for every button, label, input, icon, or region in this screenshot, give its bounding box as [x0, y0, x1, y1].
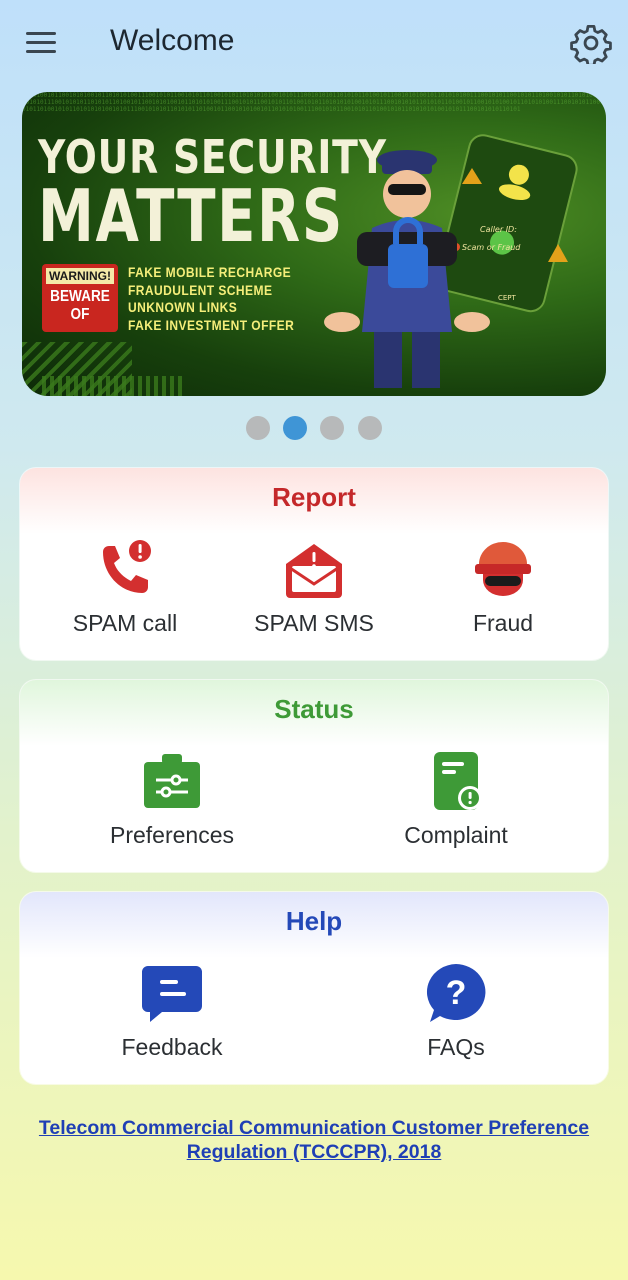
tcccpr-link-line2: Regulation (TCCCPR), 2018 [186, 1141, 442, 1163]
fraud-label: Fraud [472, 610, 534, 636]
gear-icon[interactable] [570, 22, 612, 67]
beware-label: BEWARE OF [50, 288, 110, 323]
fraud-button[interactable]: Fraud [408, 530, 598, 650]
carousel-dot[interactable] [320, 416, 344, 440]
threat-item: UNKNOWN LINKS [128, 299, 238, 315]
help-card: Help Feedback ? FAQs [20, 892, 608, 1084]
spam-sms-label: SPAM SMS [254, 610, 374, 636]
spam-call-button[interactable]: SPAM call [30, 530, 220, 650]
preferences-button[interactable]: Preferences [77, 742, 267, 862]
status-card: Status Preferences Complaint [20, 680, 608, 872]
svg-text:?: ? [446, 974, 467, 1012]
spam-call-label: SPAM call [72, 610, 178, 636]
tcccpr-regulation-link[interactable]: Telecom Commercial Communication Custome… [30, 1116, 598, 1164]
briefcase-sliders-icon [144, 754, 200, 808]
chat-bubble-icon [142, 966, 202, 1022]
decorative-stripes [42, 376, 182, 396]
carousel-dot[interactable] [246, 416, 270, 440]
spam-sms-button[interactable]: SPAM SMS [219, 530, 409, 650]
carousel-dot[interactable] [358, 416, 382, 440]
question-bubble-icon: ? [426, 964, 486, 1022]
carousel-dot-active[interactable] [283, 416, 307, 440]
status-title: Status [274, 694, 354, 724]
security-guard-illustration: Caller ID: Scam or Fraud CEPT [324, 134, 578, 388]
masked-fraudster-icon [475, 542, 531, 596]
envelope-alert-icon [286, 544, 342, 598]
help-title: Help [285, 906, 343, 936]
threat-list: FAKE MOBILE RECHARGE FRAUDULENT SCHEME U… [128, 264, 294, 334]
faqs-button[interactable]: ? FAQs [361, 954, 551, 1074]
tcccpr-link-line1: Telecom Commercial Communication Custome… [38, 1117, 590, 1139]
banner-headline-line2: MATTERS [38, 174, 344, 258]
report-card: Report SPAM call SPAM SMS Fraud [20, 468, 608, 660]
document-alert-icon [434, 752, 482, 810]
complaint-label: Complaint [404, 822, 508, 848]
feedback-label: Feedback [121, 1034, 223, 1060]
threat-item: FAKE INVESTMENT OFFER [128, 316, 295, 333]
security-banner[interactable]: 0110100101100101010010110101010011100101… [22, 92, 606, 396]
page-title: Welcome [110, 24, 235, 57]
faqs-label: FAQs [427, 1034, 485, 1060]
caller-id-label: Caller ID: [480, 225, 517, 234]
caller-status-label: Scam or Fraud [462, 243, 521, 252]
threat-item: FRAUDULENT SCHEME [128, 281, 273, 298]
preferences-label: Preferences [109, 822, 234, 848]
phone-footer-label: CEPT [498, 294, 517, 302]
top-app-bar: Welcome [0, 0, 628, 88]
report-title: Report [272, 482, 356, 512]
phone-alert-icon [103, 540, 151, 593]
complaint-button[interactable]: Complaint [361, 742, 551, 862]
warning-badge: WARNING! BEWARE OF [42, 264, 118, 332]
hamburger-menu-icon[interactable] [22, 26, 62, 60]
feedback-button[interactable]: Feedback [77, 954, 267, 1074]
threat-item: FAKE MOBILE RECHARGE [128, 264, 292, 280]
warning-label: WARNING! [46, 268, 114, 284]
